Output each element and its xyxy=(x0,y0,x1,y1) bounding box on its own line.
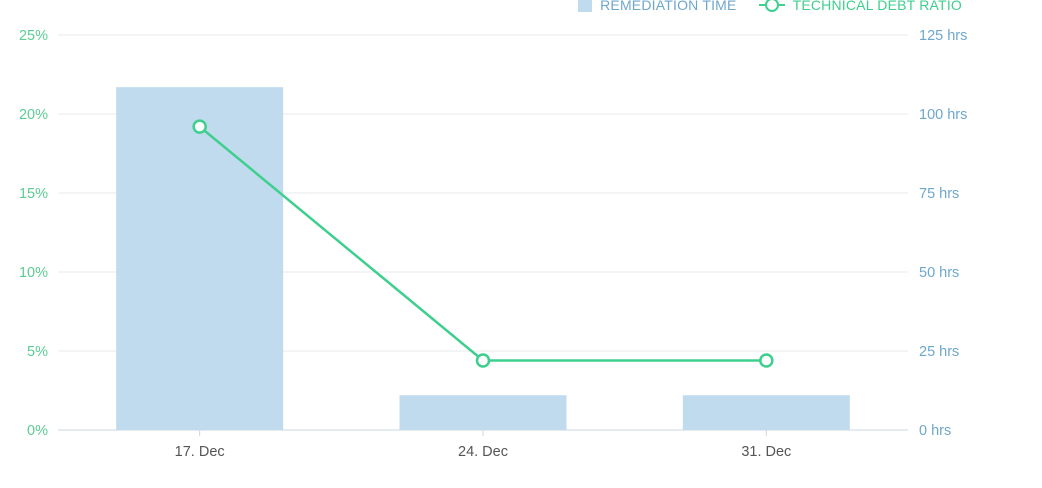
y-right-tick-label: 100 hrs xyxy=(919,107,967,123)
y-right-tick-label: 0 hrs xyxy=(919,423,951,439)
x-category-label: 24. Dec xyxy=(458,444,508,460)
y-right-tick-label: 25 hrs xyxy=(919,344,959,360)
y-left-tick-label: 20% xyxy=(19,107,48,123)
combo-chart: 0% 0 hrs 5% 25 hrs 10% 50 hrs 15% 75 hrs 20% 100 … xyxy=(19,28,967,460)
x-category-label: 17. Dec xyxy=(175,444,225,460)
y-left-tick-label: 0% xyxy=(27,423,48,439)
point-technical-debt-ratio xyxy=(192,119,207,134)
y-left-tick-label: 10% xyxy=(19,265,48,281)
line-technical-debt-ratio xyxy=(198,125,767,362)
point-technical-debt-ratio xyxy=(475,353,491,368)
bar-remediation-time xyxy=(116,87,284,430)
x-category-label: 31. Dec xyxy=(741,444,791,460)
y-left-tick-label: 25% xyxy=(19,28,48,44)
bar-remediation-time xyxy=(399,395,567,430)
y-left-tick-label: 15% xyxy=(19,186,48,202)
y-right-tick-label: 125 hrs xyxy=(919,28,967,44)
y-right-tick-label: 75 hrs xyxy=(919,186,959,202)
point-technical-debt-ratio xyxy=(759,353,774,368)
y-right-tick-label: 50 hrs xyxy=(919,265,959,281)
bar-remediation-time xyxy=(682,395,850,430)
y-left-tick-label: 5% xyxy=(27,344,48,360)
